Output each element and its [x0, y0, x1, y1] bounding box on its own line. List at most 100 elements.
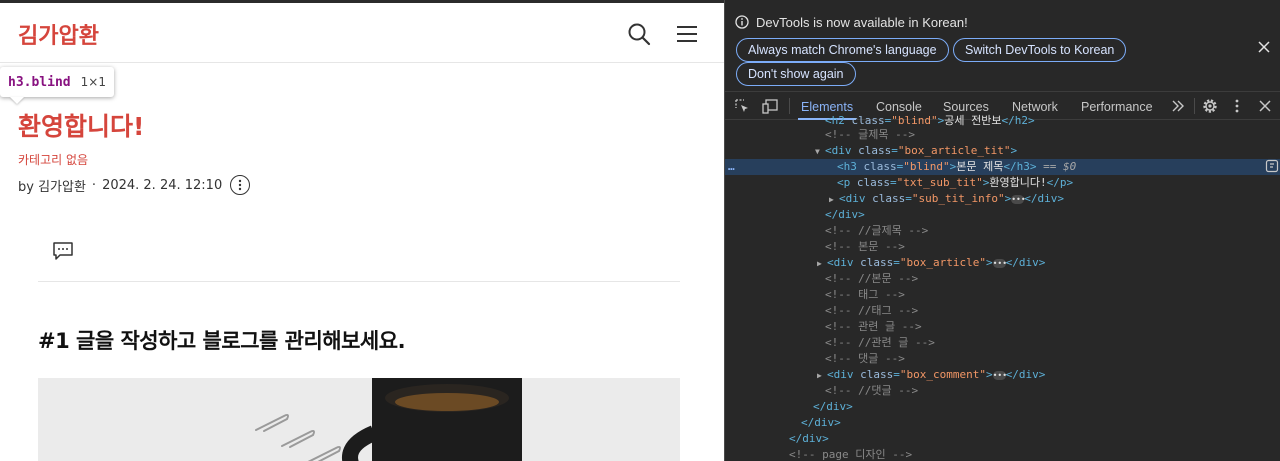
dom-attr: class: [860, 368, 894, 381]
meta-separator: ·: [91, 177, 97, 193]
dom-tag: </div>: [825, 208, 865, 221]
tooltip-selector: h3.blind: [8, 74, 71, 90]
dom-comment[interactable]: <!-- //본문 -->: [725, 271, 1280, 287]
dom-tag: </div>: [1005, 368, 1046, 381]
dom-attr: class: [851, 114, 885, 127]
dom-tag: <h2: [825, 114, 852, 127]
dom-text: 본문 제목: [956, 160, 1004, 173]
switch-to-korean-button[interactable]: Switch DevTools to Korean: [953, 38, 1127, 62]
collapsed-triangle-icon[interactable]: ▶: [829, 192, 839, 208]
dom-close-div[interactable]: </div>: [725, 207, 1280, 223]
comment-text: <!-- 댓글 -->: [825, 352, 905, 365]
dom-comment[interactable]: <!-- //댓글 -->: [725, 383, 1280, 399]
dom-node-box-article[interactable]: ▶ <div class="box_article">•••</div>: [725, 255, 1280, 271]
dom-val: "box_comment": [899, 368, 986, 381]
dom-comment[interactable]: <!-- //글제목 -->: [725, 223, 1280, 239]
selected-marker: == $0: [1043, 160, 1077, 173]
dom-close-div[interactable]: </div>: [725, 431, 1280, 447]
search-icon[interactable]: [626, 21, 652, 47]
ai-assistance-icon[interactable]: [1265, 159, 1279, 173]
devtools-panel: DevTools is now available in Korean! Alw…: [724, 0, 1280, 461]
comment-text: <!-- page 디자인 -->: [789, 448, 913, 461]
row-actions-icon[interactable]: …: [728, 159, 735, 175]
dont-show-again-button[interactable]: Don't show again: [736, 62, 856, 86]
dom-node-box-article-tit[interactable]: ▼ <div class="box_article_tit">: [725, 143, 1280, 159]
collapsed-ellipsis-icon[interactable]: •••: [992, 370, 1007, 380]
article-image: [38, 378, 680, 461]
collapsed-triangle-icon[interactable]: ▶: [817, 256, 827, 272]
dom-close-div[interactable]: </div>: [725, 415, 1280, 431]
dom-text: 공세 전반보: [944, 114, 1002, 127]
dom-comment[interactable]: <!-- //태그 -->: [725, 303, 1280, 319]
dom-tag: </div>: [789, 432, 829, 445]
expanded-triangle-icon[interactable]: ▼: [815, 144, 825, 160]
dom-node-sub-tit-info[interactable]: ▶ <div class="sub_tit_info">•••</div>: [725, 191, 1280, 207]
infobar-message: DevTools is now available in Korean!: [756, 15, 968, 30]
comment-text: <!-- //본문 -->: [825, 272, 919, 285]
comment-text: <!-- 관련 글 -->: [825, 320, 922, 333]
toolbar-separator: [1194, 98, 1195, 114]
dom-tag: </div>: [1024, 192, 1064, 205]
dom-tag: <div: [839, 192, 873, 205]
dom-node-h3-selected[interactable]: … <h3 class="blind">본문 제목</h3> == $0: [725, 159, 1280, 175]
comment-text: <!-- 태그 -->: [825, 288, 905, 301]
site-title[interactable]: 김가압환: [18, 18, 99, 50]
post-category[interactable]: 카테고리 없음: [18, 151, 88, 168]
dom-tag: <div: [827, 256, 861, 269]
always-match-language-button[interactable]: Always match Chrome's language: [736, 38, 949, 62]
comment-text: <!-- //태그 -->: [825, 304, 919, 317]
collapsed-ellipsis-icon[interactable]: •••: [1011, 194, 1026, 204]
dom-tag: </h3>: [1003, 160, 1037, 173]
collapsed-ellipsis-icon[interactable]: •••: [992, 258, 1007, 268]
dom-tag: <div: [827, 368, 861, 381]
article-heading: #1 글을 작성하고 블로그를 관리해보세요.: [38, 329, 406, 353]
toolbar-separator: [789, 98, 790, 114]
site-header: 김가압환: [0, 3, 724, 63]
dom-val: "txt_sub_tit": [896, 176, 983, 189]
dom-attr: class: [863, 160, 897, 173]
info-icon: [735, 15, 749, 29]
dom-attr: class: [872, 192, 906, 205]
inspect-tooltip: h3.blind 1×1: [0, 67, 114, 97]
dom-attr: class: [858, 144, 892, 157]
dom-comment[interactable]: <!-- 본문 -->: [725, 239, 1280, 255]
dom-comment[interactable]: <!-- //관련 글 -->: [725, 335, 1280, 351]
dom-comment[interactable]: <!-- 댓글 -->: [725, 351, 1280, 367]
comment-text: <!-- //관련 글 -->: [825, 336, 935, 349]
tooltip-size: 1×1: [80, 75, 106, 89]
post-meta: by 김가압환 · 2024. 2. 24. 12:10: [18, 175, 251, 195]
more-options-icon[interactable]: [230, 175, 251, 195]
dom-close-div[interactable]: </div>: [725, 399, 1280, 415]
dom-tag: <div: [825, 144, 859, 157]
dom-node-p[interactable]: <p class="txt_sub_tit">환영합니다!</p>: [725, 175, 1280, 191]
dom-text: 환영합니다!: [989, 176, 1047, 189]
post-author: by 김가압환: [18, 179, 86, 195]
close-icon[interactable]: [1257, 40, 1271, 54]
dom-comment[interactable]: <!-- 태그 -->: [725, 287, 1280, 303]
dom-attr: class: [860, 256, 894, 269]
collapsed-triangle-icon[interactable]: ▶: [817, 368, 827, 384]
post-title: 환영합니다!: [18, 112, 145, 141]
dom-tag: </h2>: [1001, 114, 1035, 127]
dom-val: "sub_tit_info": [911, 192, 1005, 205]
dom-tag: </div>: [801, 416, 841, 429]
dom-tag: </div>: [1005, 256, 1046, 269]
language-infobar: DevTools is now available in Korean! Alw…: [725, 0, 1280, 92]
dom-tag: <p: [837, 176, 857, 189]
dom-val: "blind": [891, 114, 938, 127]
dom-comment[interactable]: <!-- 관련 글 -->: [725, 319, 1280, 335]
comment-text: <!-- 글제목 -->: [825, 128, 915, 141]
dom-tag: </p>: [1046, 176, 1074, 189]
dom-node-box-comment[interactable]: ▶ <div class="box_comment">•••</div>: [725, 367, 1280, 383]
dom-tag: </div>: [813, 400, 853, 413]
hamburger-menu-icon[interactable]: [674, 21, 700, 47]
comment-text: <!-- //댓글 -->: [825, 384, 919, 397]
dom-comment[interactable]: <!-- page 디자인 -->: [725, 447, 1280, 461]
tooltip-arrow: [10, 97, 24, 104]
dom-comment[interactable]: <!-- 글제목 -->: [725, 127, 1280, 143]
content-divider: [38, 281, 680, 282]
comment-text: <!-- 본문 -->: [825, 240, 905, 253]
comment-icon[interactable]: [52, 240, 74, 262]
dom-tag: >: [1010, 144, 1018, 157]
comment-text: <!-- //글제목 -->: [825, 224, 929, 237]
